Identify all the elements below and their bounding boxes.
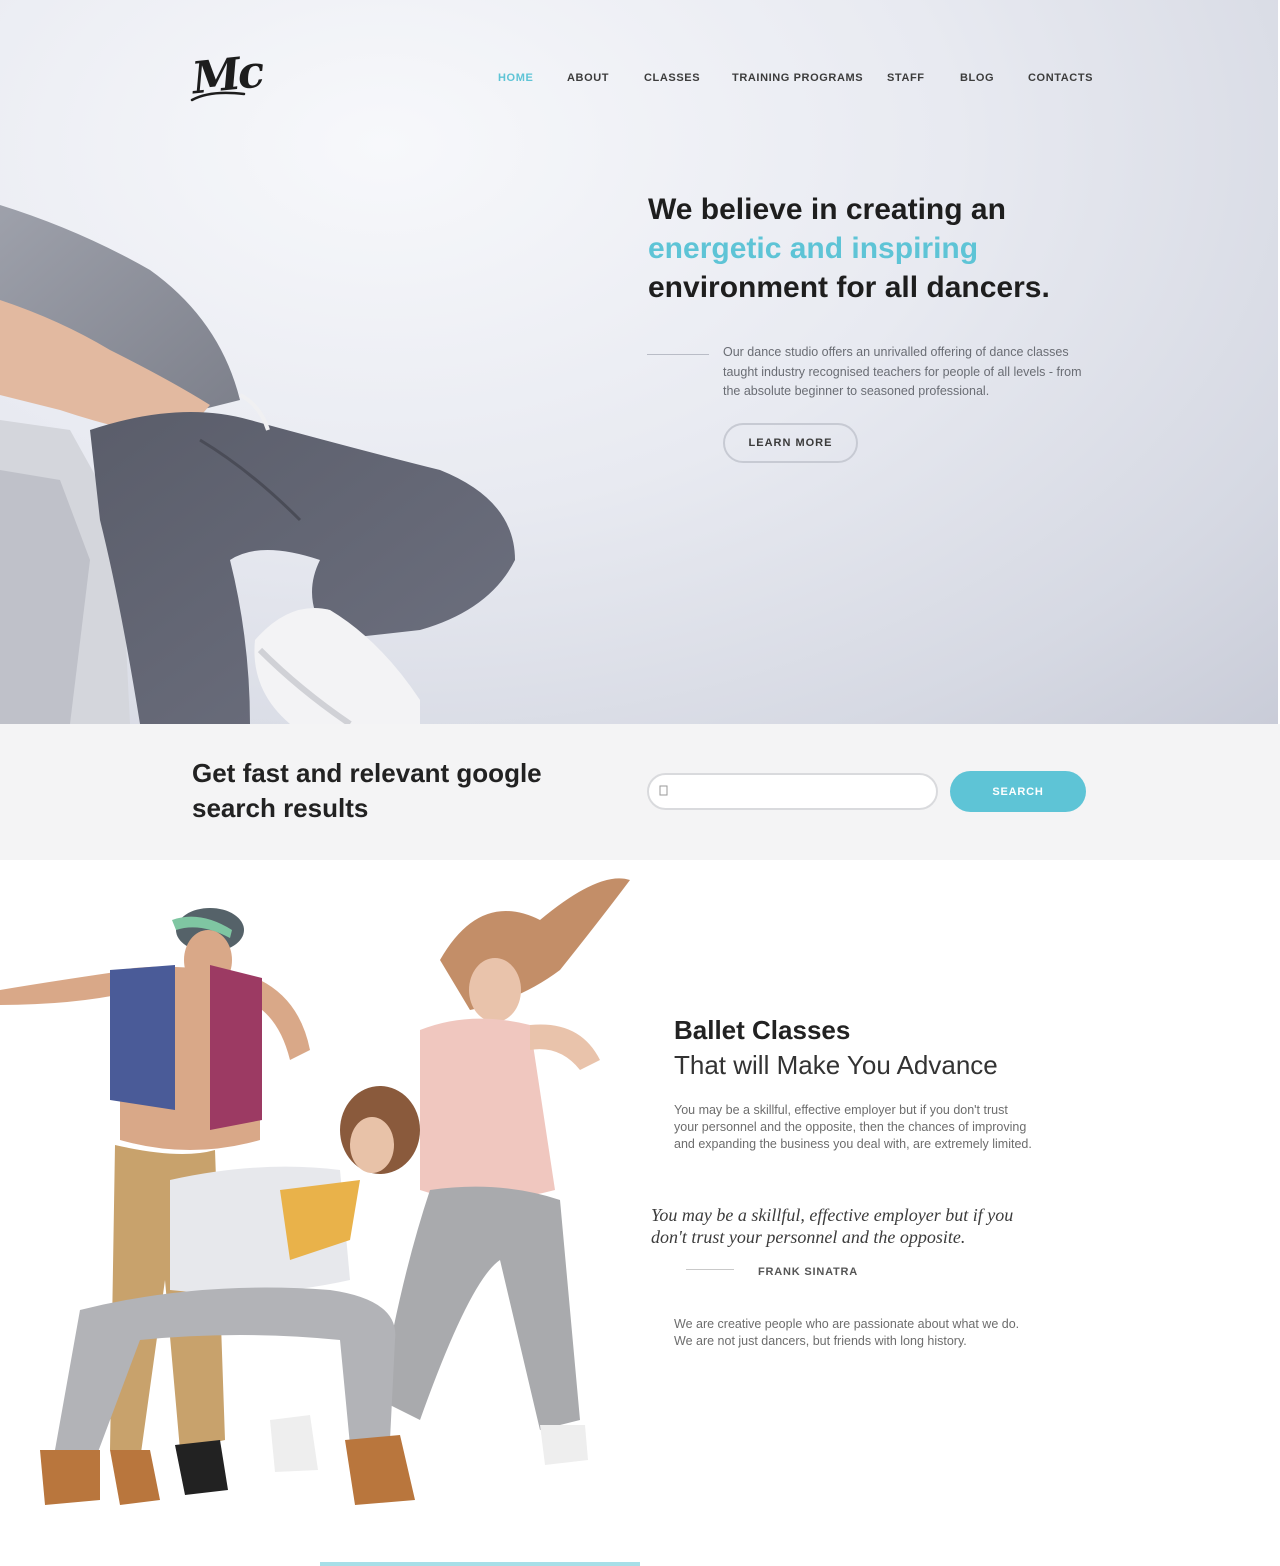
quote-author: FRANK SINATRA: [758, 1266, 859, 1278]
logo-swash-icon: [190, 91, 246, 102]
nav-item-home[interactable]: HOME: [498, 72, 533, 84]
quote-divider: [686, 1269, 734, 1270]
nav-item-blog[interactable]: BLOG: [960, 72, 994, 84]
nav-item-staff[interactable]: STAFF: [887, 72, 925, 84]
hero-dancer-photo: [0, 205, 515, 724]
hero-description: Our dance studio offers an unrivalled of…: [723, 345, 1082, 398]
main-nav: HOME ABOUT CLASSES TRAINING PROGRAMS STA…: [0, 72, 1278, 88]
learn-more-button[interactable]: LEARN MORE: [723, 423, 858, 463]
ballet-section: Ballet Classes That will Make You Advanc…: [0, 860, 1280, 1566]
search-input[interactable]: [647, 773, 938, 810]
ballet-paragraph-2: We are creative people who are passionat…: [674, 1317, 1020, 1348]
search-icon: [659, 785, 668, 796]
hero-title-accent: energetic and inspiring: [648, 232, 979, 265]
nav-item-about[interactable]: ABOUT: [567, 72, 609, 84]
hero-title-line3: environment for all dancers.: [648, 271, 1050, 304]
hero-divider: [647, 354, 709, 355]
search-button[interactable]: SEARCH: [950, 771, 1086, 812]
dancers-photo: [0, 878, 630, 1505]
bottom-accent-bar: [320, 1562, 640, 1566]
ballet-title: Ballet Classes: [674, 1015, 851, 1045]
nav-item-training-programs[interactable]: TRAINING PROGRAMS: [732, 72, 863, 84]
nav-item-contacts[interactable]: CONTACTS: [1028, 72, 1093, 84]
hero-title: We believe in creating an energetic and …: [648, 190, 1128, 307]
search-title: Get fast and relevant google search resu…: [192, 758, 542, 823]
hero-title-line1: We believe in creating an: [648, 193, 1006, 226]
hero-section: Mc HOME ABOUT CLASSES TRAINING PROGRAMS …: [0, 0, 1278, 724]
ballet-subtitle: That will Make You Advance: [674, 1050, 998, 1080]
ballet-paragraph-1: You may be a skillful, effective employe…: [674, 1103, 1032, 1151]
search-section: Get fast and relevant google search resu…: [0, 724, 1280, 860]
ballet-quote: You may be a skillful, effective employe…: [651, 1205, 1014, 1247]
nav-item-classes[interactable]: CLASSES: [644, 72, 700, 84]
